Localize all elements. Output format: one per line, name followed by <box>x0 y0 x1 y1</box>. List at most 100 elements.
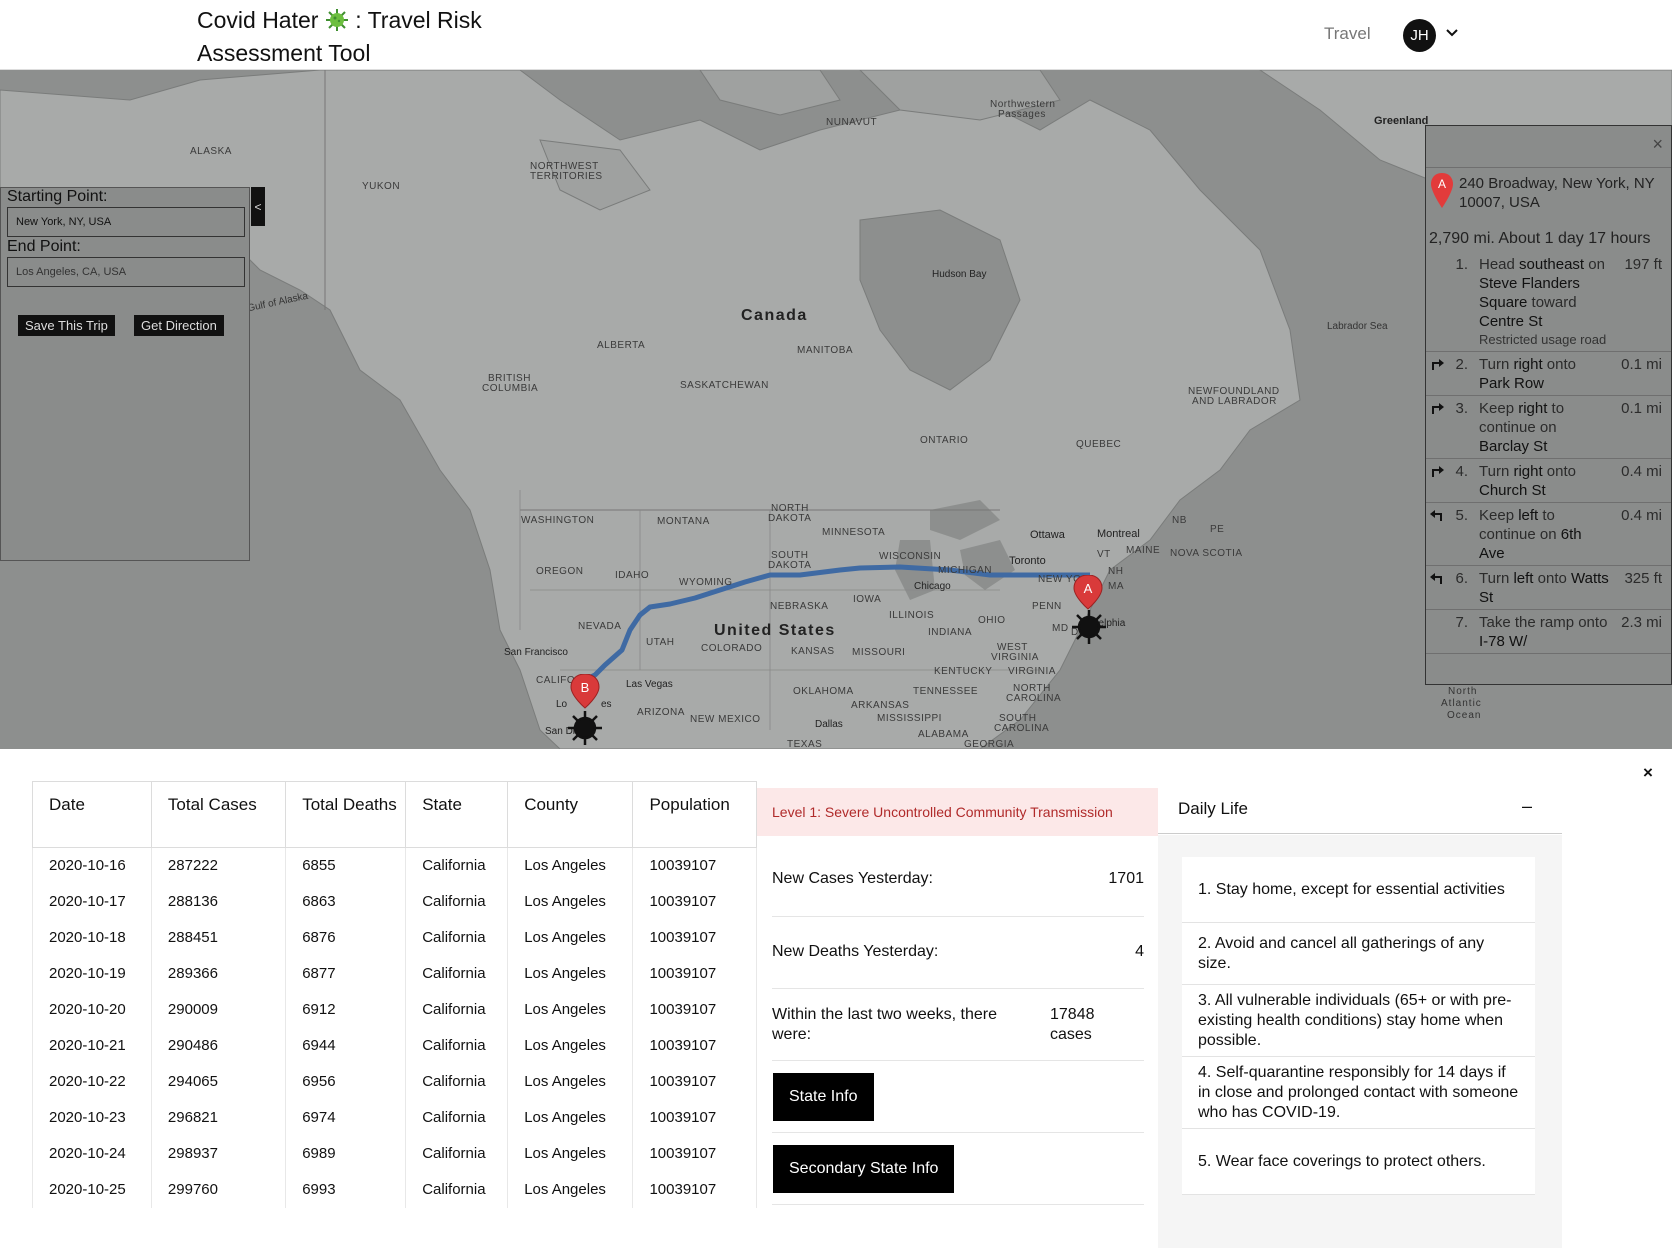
table-header-row: Date Total Cases Total Deaths State County Po… <box>32 781 757 848</box>
table-cell: 2020-10-16 <box>32 847 152 884</box>
collapse-toggle-icon[interactable]: – <box>1522 796 1532 817</box>
top-header: Covid Hater : Travel Risk Assessment Too… <box>0 0 1672 70</box>
route-summary: 2,790 mi. About 1 day 17 hours <box>1429 230 1651 247</box>
map-label: DAKOTA <box>768 513 812 524</box>
direction-step[interactable]: 1. Head southeast on Steve Flanders Squar… <box>1426 252 1671 352</box>
state-info-button[interactable]: State Info <box>773 1073 874 1121</box>
guideline-item: 5. Wear face coverings to protect others… <box>1182 1129 1535 1195</box>
step-text-part: on <box>1584 256 1605 273</box>
column-header[interactable]: Date <box>32 781 152 848</box>
daily-life-header[interactable]: Daily Life – <box>1158 788 1562 834</box>
map-label: NOVA SCOTIA <box>1170 548 1243 559</box>
step-distance: 325 ft <box>1624 570 1662 587</box>
table-cell: 6912 <box>285 991 406 1028</box>
map-label: Ottawa <box>1030 529 1065 541</box>
step-text-bold: left <box>1518 507 1539 524</box>
map-label: KENTUCKY <box>934 666 993 677</box>
table-cell: 10039107 <box>632 1135 757 1172</box>
get-direction-button[interactable]: Get Direction <box>134 315 224 336</box>
step-text-bold: Centre St <box>1479 313 1543 330</box>
step-text-part: Keep <box>1479 507 1519 524</box>
column-header[interactable]: Population <box>632 781 757 848</box>
step-text-bold: right <box>1518 400 1548 417</box>
save-trip-button[interactable]: Save This Trip <box>18 315 115 336</box>
map-label: CAROLINA <box>1006 693 1062 704</box>
step-instruction: Keep left to continue on 6th Ave <box>1479 506 1609 563</box>
direction-step[interactable]: 4. Turn right onto Church St 0.4 mi <box>1426 459 1671 503</box>
map-label: MISSISSIPPI <box>877 713 942 724</box>
table-row: 2020-10-20 290009 6912 California Los Angele… <box>32 991 757 1028</box>
table-cell: Los Angeles <box>507 991 633 1028</box>
map-label: ARKANSAS <box>851 700 910 711</box>
step-text-bold: left <box>1513 570 1534 587</box>
table-cell: 290486 <box>150 1027 286 1064</box>
column-header[interactable]: State <box>405 781 509 848</box>
map-label: CAROLINA <box>994 723 1050 734</box>
map-label: Passages <box>998 109 1046 120</box>
table-row: 2020-10-17 288136 6863 California Los Angele… <box>32 883 757 920</box>
table-row: 2020-10-21 290486 6944 California Los Angele… <box>32 1027 757 1064</box>
map-label: NEBRASKA <box>770 601 829 612</box>
close-icon[interactable]: × <box>1643 763 1653 783</box>
map-label: NEVADA <box>578 621 622 632</box>
table-cell: Los Angeles <box>507 1135 633 1172</box>
table-cell: 10039107 <box>632 883 757 920</box>
chevron-down-icon[interactable] <box>1444 25 1460 41</box>
step-instruction: Turn right onto Church St <box>1479 462 1609 500</box>
map-label: ILLINOIS <box>889 610 935 621</box>
step-text-bold: right <box>1513 356 1543 373</box>
secondary-state-info-button[interactable]: Secondary State Info <box>773 1145 955 1193</box>
marker-a-label: A <box>1084 581 1093 596</box>
table-cell: 294065 <box>150 1063 286 1100</box>
table-cell: 10039107 <box>632 1171 757 1208</box>
map-label: WASHINGTON <box>521 515 595 526</box>
map-label: Hudson Bay <box>932 269 987 280</box>
close-icon[interactable]: × <box>1652 134 1663 155</box>
table-cell: Los Angeles <box>507 1027 633 1064</box>
direction-step[interactable]: 5. Keep left to continue on 6th Ave 0.4 mi <box>1426 503 1671 566</box>
table-cell: 6855 <box>285 847 406 884</box>
step-distance: 0.1 mi <box>1621 356 1662 373</box>
marker-b-pin-icon[interactable]: B <box>565 674 609 749</box>
table-cell: 298937 <box>150 1135 286 1172</box>
two-weeks-value: 17848 cases <box>1050 1006 1095 1043</box>
table-cell: 6993 <box>285 1171 406 1208</box>
map-label: MANITOBA <box>797 345 854 356</box>
table-cell: California <box>405 1135 508 1172</box>
step-text-part: onto <box>1542 356 1577 373</box>
nav-travel-link[interactable]: Travel <box>1324 24 1371 44</box>
start-input[interactable] <box>7 207 245 237</box>
guideline-item: 3. All vulnerable individuals (65+ or wi… <box>1182 985 1535 1057</box>
table-cell: 6989 <box>285 1135 406 1172</box>
new-deaths-value: 4 <box>1135 943 1144 960</box>
collapse-panel-button[interactable]: < <box>251 187 265 226</box>
column-header[interactable]: Total Deaths <box>285 781 407 848</box>
step-instruction: Keep right to continue on Barclay St <box>1479 399 1609 456</box>
marker-a-pin-icon[interactable]: A <box>1070 575 1114 645</box>
map-label: San Francisco <box>504 647 568 658</box>
new-cases-label: New Cases Yesterday: <box>772 870 933 887</box>
table-cell: 10039107 <box>632 1063 757 1100</box>
direction-step[interactable]: 6. Turn left onto Watts St 325 ft <box>1426 566 1671 610</box>
column-header[interactable]: County <box>507 781 634 848</box>
direction-step[interactable]: 7. Take the ramp onto I-78 W/2.3 mi <box>1426 610 1671 654</box>
avatar[interactable]: JH <box>1403 19 1436 52</box>
direction-step[interactable]: 2. Turn right onto Park Row 0.1 mi <box>1426 352 1671 396</box>
step-note: Restricted usage road <box>1479 332 1607 347</box>
end-input[interactable] <box>7 257 245 287</box>
route-map[interactable]: ALASKA YUKON NORTHWEST TERRITORIES NUNAV… <box>0 70 1672 749</box>
step-text-part: Keep <box>1479 400 1519 417</box>
column-header[interactable]: Total Cases <box>150 781 287 848</box>
keep-left-icon <box>1430 510 1442 521</box>
map-label: IDAHO <box>615 570 650 581</box>
step-number: 7. <box>1455 614 1468 631</box>
direction-step[interactable]: 3. Keep right to continue on Barclay St 0.… <box>1426 396 1671 459</box>
table-cell: 289366 <box>150 955 286 992</box>
turn-right-icon <box>1432 466 1444 477</box>
app-title: Covid Hater : Travel Risk Assessment Too… <box>197 4 517 70</box>
map-label: MD <box>1052 623 1069 634</box>
map-label: North <box>1448 686 1478 697</box>
daily-life-body: 1. Stay home, except for essential activ… <box>1158 835 1562 1248</box>
table-cell: 288136 <box>150 883 286 920</box>
map-label: Toronto <box>1009 555 1046 567</box>
